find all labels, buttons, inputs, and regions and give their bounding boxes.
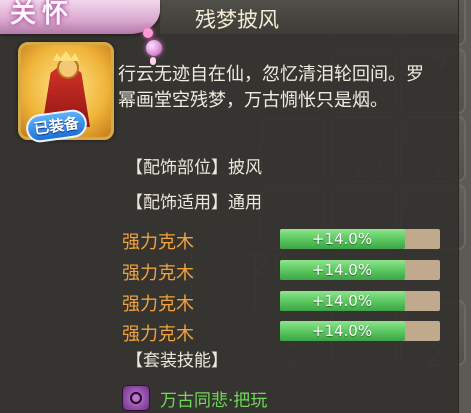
stat-value: +14.0%	[311, 261, 373, 279]
bead-ornament-icon	[146, 40, 162, 56]
set-skill-icon[interactable]	[122, 385, 150, 411]
stat-value: +14.0%	[311, 322, 373, 340]
item-description: 行云无迹自在仙，忽忆清泪轮回间。罗幂画堂空残梦，万古惆怅只是烟。	[118, 64, 424, 111]
stat-label: 强力克木	[122, 324, 194, 345]
stat-bar: +14.0%	[280, 321, 440, 341]
banner-text: 关怀	[10, 0, 75, 29]
set-skill-name[interactable]: 万古同悲·把玩	[160, 386, 267, 411]
usage-info: 【配饰适用】通用	[126, 193, 262, 213]
item-tooltip: 关怀 残梦披风 已装备 行云无迹自在仙，忽忆清泪轮回间。罗幂画堂空残梦，万古惆怅…	[0, 0, 459, 413]
stat-bar: +14.0%	[280, 260, 440, 280]
top-banner: 关怀	[0, 0, 160, 34]
bead-ornament-icon	[143, 28, 153, 38]
stat-label: 强力克木	[122, 294, 194, 315]
stat-bar: +14.0%	[280, 229, 440, 249]
stat-bar: +14.0%	[280, 291, 440, 311]
crown-icon	[53, 51, 79, 61]
stat-value: +14.0%	[311, 292, 373, 310]
slot-info: 【配饰部位】披风	[126, 158, 262, 178]
stat-label: 强力克木	[122, 232, 194, 253]
set-skill-header: 【套装技能】	[126, 351, 228, 371]
ring-icon	[130, 392, 142, 404]
item-title: 残梦披风	[195, 8, 279, 32]
stat-value: +14.0%	[311, 230, 373, 248]
stat-label: 强力克木	[122, 263, 194, 284]
